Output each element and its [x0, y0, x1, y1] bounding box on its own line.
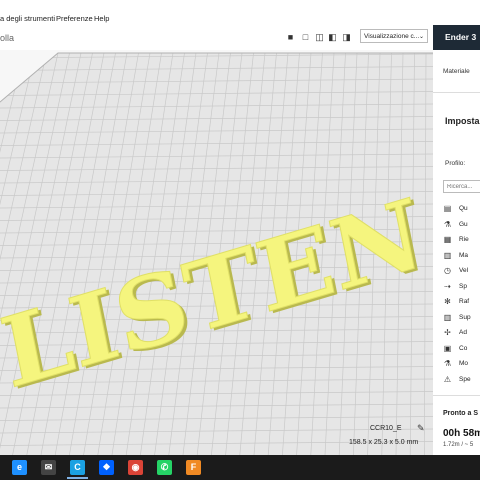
setting-category-label: Ad [459, 329, 467, 336]
setting-category[interactable]: ▦ Rie [443, 233, 480, 247]
setting-category-label: Qu [459, 205, 468, 212]
menubar: a degli strumenti Preferenze Help [0, 0, 480, 25]
divider [433, 92, 480, 93]
setting-category[interactable]: ✢ Ad [443, 326, 480, 340]
setting-category-label: Mo [459, 360, 469, 367]
edge-icon[interactable]: e [12, 460, 27, 475]
setting-category[interactable]: ▥ Sup [443, 311, 480, 325]
view-mode-select[interactable]: Visualizzazione c... ⌄ [360, 29, 428, 43]
dual-icon: ▣ [443, 343, 452, 353]
setting-category[interactable]: ▣ Co [443, 342, 480, 356]
taskbar: e ✉ C ❖ ◉ ✆ F [0, 455, 480, 480]
material-icon: ▥ [443, 250, 452, 260]
print-settings-panel: Materiale Imposta Profilo: ▤ Qu ⚗ Gu ▦ Rie ▥ Ma… [433, 50, 480, 455]
support-icon: ▥ [443, 312, 452, 322]
menu-preferences[interactable]: Preferenze [56, 14, 93, 23]
cura-icon[interactable]: C [70, 460, 85, 475]
printer-name: Ender 3 [445, 32, 477, 42]
setting-category[interactable]: ▥ Ma [443, 249, 480, 263]
infill-icon: ▦ [443, 235, 452, 244]
chrome-icon[interactable]: ◉ [128, 460, 143, 475]
setting-category-label: Co [459, 344, 468, 352]
quality-icon: ▤ [443, 204, 452, 213]
profile-label: Profilo: [445, 160, 466, 167]
setting-category-label: Gu [459, 220, 468, 228]
setting-category-label: Sup [459, 313, 471, 321]
settings-title: Imposta [445, 116, 480, 126]
view-front-icon[interactable]: □ [301, 33, 310, 42]
travel-icon: ⇢ [444, 281, 451, 291]
build-plate: LISTEN LISTEN [0, 50, 433, 455]
setting-category[interactable]: ⚗ Gu [443, 218, 480, 232]
view-top-icon[interactable]: ◫ [315, 33, 324, 42]
material-label: Materiale [443, 68, 470, 75]
setting-category-label: Raf [459, 298, 470, 305]
print-time: 00h 58m [443, 428, 480, 439]
setting-category-label: Sp [459, 282, 467, 290]
setting-category-label: Rie [459, 236, 469, 243]
mesh-fixes-icon: ⚗ [443, 359, 452, 368]
job-dimensions: 158.5 x 25.3 x 5.0 mm [349, 439, 419, 446]
menu-help[interactable]: Help [94, 14, 109, 23]
setting-category[interactable]: ⇢ Sp [443, 280, 480, 294]
cooling-icon: ✻ [444, 297, 451, 306]
setting-category[interactable]: ⚠ Spe [443, 373, 480, 387]
ready-label: Pronto a S [443, 410, 479, 417]
active-app-indicator [67, 477, 88, 479]
shell-icon: ⚗ [443, 219, 452, 229]
fusion-icon[interactable]: F [186, 460, 201, 475]
whatsapp-icon[interactable]: ✆ [157, 460, 172, 475]
job-name: CCR10_E [370, 425, 402, 432]
setting-category[interactable]: ⚗ Mo [443, 357, 480, 371]
setting-category-label: Spe [459, 375, 471, 383]
edit-pencil-icon[interactable]: ✎ [417, 423, 425, 434]
dropbox-icon[interactable]: ❖ [99, 460, 114, 475]
view-3d-icon[interactable]: ■ [286, 33, 295, 42]
speed-icon: ◷ [444, 266, 451, 275]
divider [433, 395, 480, 396]
app-title: olla [0, 33, 15, 43]
setting-category[interactable]: ◷ Vel [443, 264, 480, 278]
setting-category[interactable]: ▤ Qu [443, 202, 480, 216]
mail-icon[interactable]: ✉ [41, 460, 56, 475]
build-plate-viewport[interactable]: LISTEN LISTEN CCR10_E ✎ 158.5 x 25.3 x 5… [0, 50, 433, 455]
toolbar: olla ■ □ ◫ ◧ ◨ Visualizzazione c... ⌄ [0, 25, 433, 50]
menu-tools[interactable]: a degli strumenti [0, 14, 55, 23]
print-meta: 1.72m / ~ 5 [443, 442, 474, 448]
setting-category[interactable]: ✻ Raf [443, 295, 480, 309]
view-mode-value: Visualizzazione c... [364, 33, 420, 40]
setting-category-label: Vel [459, 267, 469, 274]
view-left-icon[interactable]: ◧ [328, 33, 337, 42]
setting-category-label: Ma [459, 251, 469, 259]
printer-selector[interactable]: Ender 3 [433, 25, 480, 50]
adhesion-icon: ✢ [444, 328, 451, 337]
settings-search-input[interactable] [443, 180, 480, 193]
view-right-icon[interactable]: ◨ [342, 33, 351, 42]
special-modes-icon: ⚠ [443, 374, 452, 384]
chevron-down-icon: ⌄ [418, 34, 424, 40]
